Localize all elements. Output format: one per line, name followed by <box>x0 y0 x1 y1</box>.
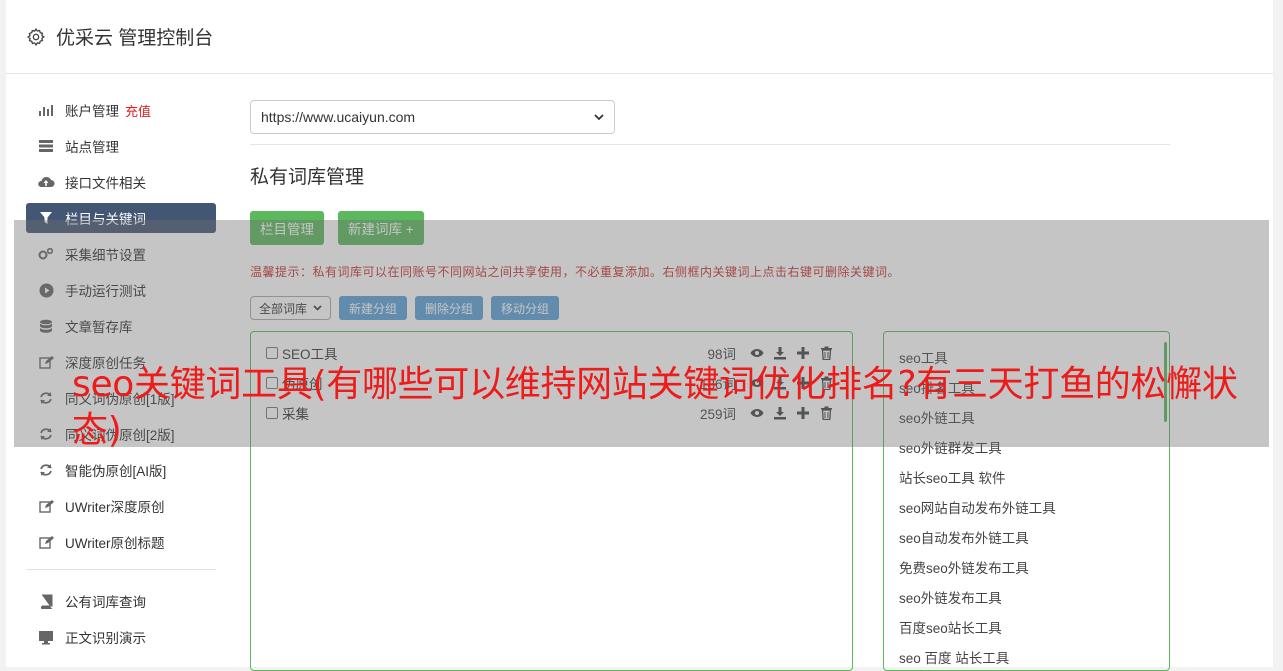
top-bar: 优采云 管理控制台 <box>6 0 1273 74</box>
sidebar-item-uwriter-title[interactable]: UWriter原创标题 <box>26 527 216 557</box>
gear-icon <box>26 27 46 46</box>
sidebar-item-label: 正文识别演示 <box>65 631 146 646</box>
app-title: 优采云 管理控制台 <box>56 28 214 49</box>
site-select-value: https://www.ucaiyun.com <box>261 109 416 125</box>
sidebar-item-label: 站点管理 <box>65 140 119 155</box>
cloud-upload-icon <box>37 174 55 190</box>
keyword-item[interactable]: 免费seo外链发布工具 <box>884 552 1169 582</box>
server-icon <box>37 138 55 154</box>
keyword-item[interactable]: 站长seo工具 软件 <box>884 462 1169 492</box>
sidebar-item-text-recognition[interactable]: 正文识别演示 <box>26 622 216 652</box>
sidebar-item-label: UWriter原创标题 <box>65 536 165 551</box>
sidebar-item-public-lexicon[interactable]: 公有词库查询 <box>26 586 216 616</box>
sidebar-item-label: 智能伪原创[AI版] <box>65 464 167 479</box>
site-select[interactable]: https://www.ucaiyun.com <box>250 100 615 134</box>
keyword-item[interactable]: seo网站自动发布外链工具 <box>884 492 1169 522</box>
chevron-down-icon <box>594 113 604 120</box>
sidebar-item-label: 公有词库查询 <box>65 595 146 610</box>
sidebar-item-label: 接口文件相关 <box>65 176 146 191</box>
sidebar-item-label: 账户管理 <box>65 104 119 119</box>
keyword-item[interactable]: seo外链发布工具 <box>884 582 1169 612</box>
recharge-link[interactable]: 充值 <box>125 101 151 120</box>
refresh-icon <box>37 462 55 478</box>
sidebar-divider <box>26 569 216 570</box>
edit-icon <box>37 498 55 514</box>
sidebar-item-uwriter-deep[interactable]: UWriter深度原创 <box>26 491 216 521</box>
keyword-item[interactable]: 百度seo站长工具 <box>884 612 1169 642</box>
section-title: 私有词库管理 <box>250 167 365 188</box>
bar-chart-icon <box>37 102 55 118</box>
divider <box>250 144 1170 145</box>
sidebar-item-ai-rewrite[interactable]: 智能伪原创[AI版] <box>26 455 216 485</box>
monitor-icon <box>37 629 55 645</box>
sidebar-item-account[interactable]: 账户管理 充值 <box>26 95 216 125</box>
overlay-headline: seo关键词工具(有哪些可以维持网站关键词优化排名?有三天打鱼的松懈状态) <box>72 364 1238 451</box>
sidebar-item-interface[interactable]: 接口文件相关 <box>26 167 216 197</box>
sidebar-item-label: UWriter深度原创 <box>65 500 165 515</box>
sidebar-item-sites[interactable]: 站点管理 <box>26 131 216 161</box>
keyword-item[interactable]: seo自动发布外链工具 <box>884 522 1169 552</box>
edit-icon <box>37 534 55 550</box>
book-icon <box>37 593 55 609</box>
